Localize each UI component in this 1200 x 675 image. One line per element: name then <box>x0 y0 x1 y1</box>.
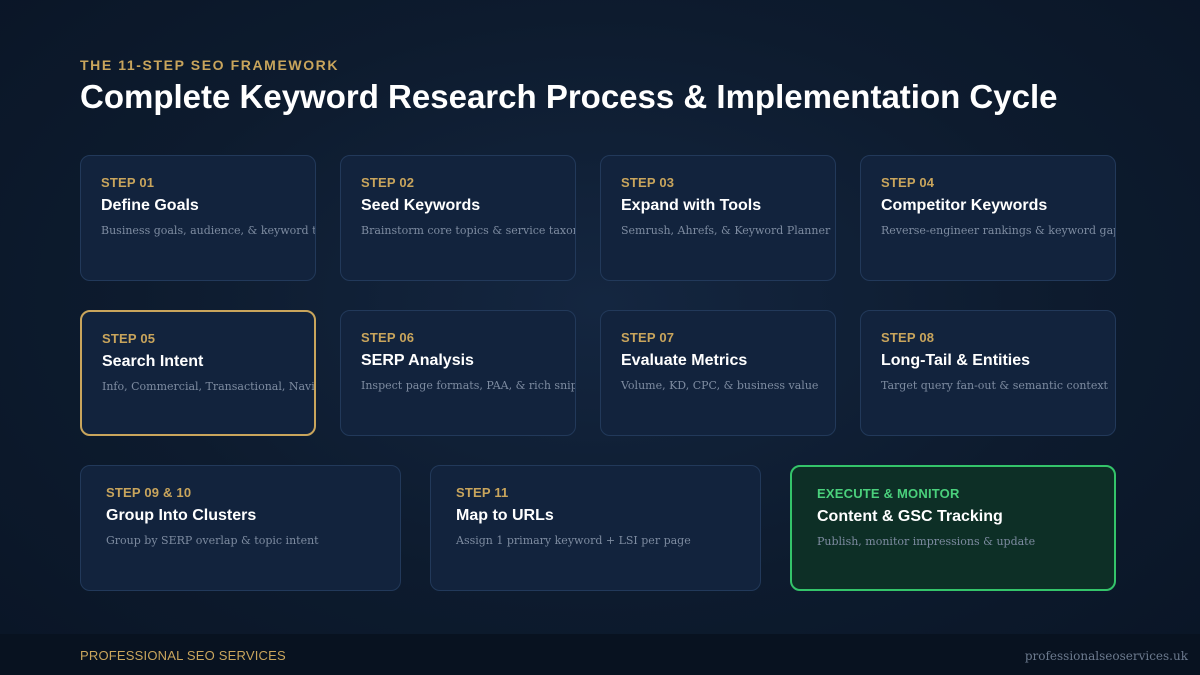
step-description: Publish, monitor impressions & update <box>817 535 1036 548</box>
step-card-02: STEP 02 Seed Keywords Brainstorm core to… <box>340 155 576 281</box>
step-number: STEP 06 <box>361 330 415 345</box>
step-number: EXECUTE & MONITOR <box>817 486 960 501</box>
step-title: Long-Tail & Entities <box>881 352 1031 369</box>
step-description: Assign 1 primary keyword + LSI per page <box>456 534 691 547</box>
footer-brand: PROFESSIONAL SEO SERVICES <box>80 648 286 663</box>
step-description: Business goals, audience, & keyword type… <box>101 224 315 237</box>
step-number: STEP 11 <box>456 485 509 500</box>
execute-monitor-card: EXECUTE & MONITOR Content & GSC Tracking… <box>790 465 1116 591</box>
step-number: STEP 08 <box>881 330 935 345</box>
step-description: Brainstorm core topics & service taxonom… <box>361 224 575 237</box>
step-card-06: STEP 06 SERP Analysis Inspect page forma… <box>340 310 576 436</box>
step-title: Seed Keywords <box>361 197 481 214</box>
step-number: STEP 04 <box>881 175 935 190</box>
step-title: Content & GSC Tracking <box>817 508 1003 525</box>
step-number: STEP 03 <box>621 175 675 190</box>
step-description: Info, Commercial, Transactional, Navigat… <box>102 380 315 393</box>
page-title: Complete Keyword Research Process & Impl… <box>80 78 1058 115</box>
step-card-03: STEP 03 Expand with Tools Semrush, Ahref… <box>600 155 836 281</box>
footer-bar: PROFESSIONAL SEO SERVICES professionalse… <box>0 634 1200 675</box>
step-number: STEP 02 <box>361 175 415 190</box>
step-number: STEP 01 <box>101 175 155 190</box>
step-description: Target query fan-out & semantic context <box>881 379 1108 392</box>
footer-url: professionalseoservices.uk <box>1024 649 1188 663</box>
eyebrow-label: THE 11-STEP SEO FRAMEWORK <box>80 57 340 73</box>
step-title: Map to URLs <box>456 507 554 524</box>
step-title: SERP Analysis <box>361 352 474 369</box>
step-card-11: STEP 11 Map to URLs Assign 1 primary key… <box>430 465 761 591</box>
step-description: Reverse-engineer rankings & keyword gaps <box>881 224 1116 237</box>
step-title: Evaluate Metrics <box>621 352 748 369</box>
step-title: Competitor Keywords <box>881 197 1048 214</box>
step-card-09-10: STEP 09 & 10 Group Into Clusters Group b… <box>80 465 401 591</box>
step-number: STEP 05 <box>102 331 156 346</box>
step-card-05: STEP 05 Search Intent Info, Commercial, … <box>80 310 316 436</box>
step-number: STEP 09 & 10 <box>106 485 192 500</box>
step-title: Define Goals <box>101 197 199 214</box>
step-description: Semrush, Ahrefs, & Keyword Planner <box>621 224 831 237</box>
step-description: Volume, KD, CPC, & business value <box>621 379 819 392</box>
step-card-08: STEP 08 Long-Tail & Entities Target quer… <box>860 310 1116 436</box>
step-title: Expand with Tools <box>621 197 762 214</box>
step-card-01: STEP 01 Define Goals Business goals, aud… <box>80 155 316 281</box>
step-card-04: STEP 04 Competitor Keywords Reverse-engi… <box>860 155 1116 281</box>
step-title: Search Intent <box>102 353 204 370</box>
step-description: Inspect page formats, PAA, & rich snippe… <box>361 379 576 392</box>
step-title: Group Into Clusters <box>106 507 257 524</box>
step-description: Group by SERP overlap & topic intent <box>106 534 319 547</box>
step-number: STEP 07 <box>621 330 675 345</box>
step-card-07: STEP 07 Evaluate Metrics Volume, KD, CPC… <box>600 310 836 436</box>
